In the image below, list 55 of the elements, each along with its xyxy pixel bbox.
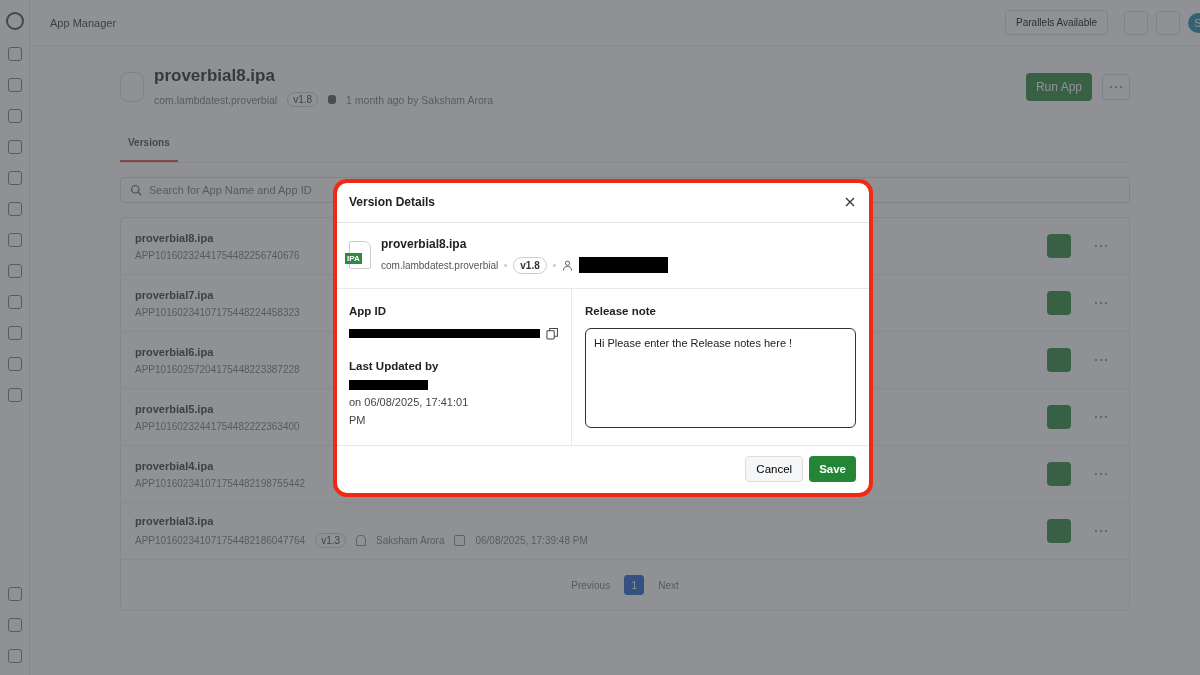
sidebar-nav-icon[interactable]	[7, 140, 22, 154]
file-name: proverbial8.ipa	[381, 236, 468, 251]
more-icon	[1094, 301, 1108, 305]
sidebar-nav-icon[interactable]	[7, 587, 22, 601]
page-button[interactable]: 1	[624, 575, 645, 595]
sidebar-nav-icon[interactable]	[7, 47, 22, 61]
sidebar-nav-icon[interactable]	[7, 388, 22, 402]
run-app-button[interactable]: Run App	[1025, 72, 1092, 101]
more-icon	[1094, 358, 1108, 362]
dialog-title: Version Details	[349, 195, 436, 210]
more-icon	[1094, 472, 1108, 476]
version-name: proverbial5.ipa	[135, 402, 214, 415]
run-button[interactable]	[1047, 462, 1071, 486]
run-button[interactable]	[1047, 234, 1071, 258]
sidebar-nav-icon[interactable]	[7, 78, 22, 92]
run-button[interactable]	[1047, 291, 1071, 315]
tab[interactable]: Versions	[120, 129, 178, 162]
sidebar-nav-icon[interactable]	[7, 264, 22, 278]
sidebar-nav-icon[interactable]	[7, 357, 22, 371]
more-icon	[1094, 415, 1108, 419]
version-name: proverbial4.ipa	[135, 459, 214, 472]
more-icon	[1094, 529, 1108, 533]
version-name: proverbial8.ipa	[135, 231, 214, 244]
sidebar-nav-icon[interactable]	[7, 109, 22, 123]
sidebar-nav-icon[interactable]	[7, 618, 22, 632]
sidebar-nav-icon[interactable]	[7, 326, 22, 340]
sidebar-nav-icon[interactable]	[7, 233, 22, 247]
version-badge: v1.8	[287, 92, 319, 107]
more-icon	[1094, 244, 1108, 248]
copy-icon[interactable]	[546, 326, 559, 340]
sidebar-nav-icon[interactable]	[7, 295, 22, 309]
app-name: proverbial8.ipa	[154, 66, 276, 86]
run-button[interactable]	[1047, 405, 1071, 429]
field-label: App ID	[349, 304, 388, 317]
save-button[interactable]: Save	[809, 456, 856, 483]
more-button[interactable]	[1102, 73, 1130, 100]
sidebar-nav-icon[interactable]	[7, 202, 22, 216]
version-name: proverbial6.ipa	[135, 345, 214, 358]
bundle-id: com.lambdatest.proverbial	[381, 259, 499, 271]
field-label: Release note	[585, 304, 657, 317]
sidebar-nav-icon[interactable]	[7, 649, 22, 663]
updated-text: on 06/08/2025, 17:41:01 PM	[349, 394, 470, 428]
more-icon	[1109, 84, 1123, 89]
page-title: App Manager	[50, 16, 117, 29]
run-button[interactable]	[1047, 519, 1071, 543]
cancel-button[interactable]: Cancel	[745, 456, 804, 483]
version-name: proverbial3.ipa	[135, 514, 214, 527]
logo-icon	[5, 12, 24, 30]
release-note-field[interactable]: Hi Please enter the Release notes here !	[585, 327, 856, 428]
version-badge: v1.3	[315, 532, 347, 548]
sidebar-nav-icon[interactable]	[7, 171, 22, 185]
version-name: proverbial7.ipa	[135, 288, 214, 301]
run-button[interactable]	[1047, 348, 1071, 372]
parallels-button[interactable]: Parallels Available	[1005, 10, 1108, 35]
field-label: Last Updated by	[349, 359, 440, 372]
